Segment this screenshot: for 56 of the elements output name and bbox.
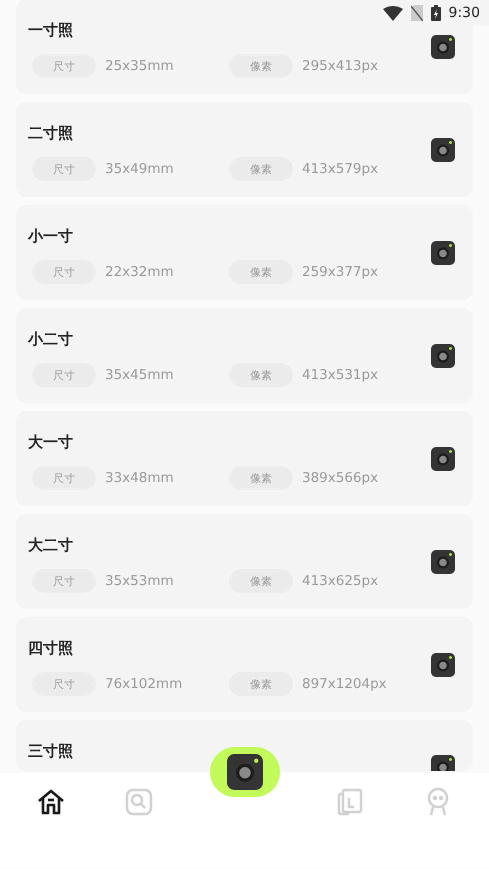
size-title: 二寸照 <box>28 123 73 143</box>
spec-value: 413x625px <box>302 573 378 589</box>
spec-value: 33x48mm <box>105 470 174 486</box>
camera-icon[interactable] <box>431 652 455 676</box>
no-sim-icon <box>410 5 423 21</box>
size-card[interactable]: 三寸照 <box>16 720 473 771</box>
spec-label: 像素 <box>229 260 293 284</box>
camera-icon[interactable] <box>431 550 455 574</box>
spec-value: 389x566px <box>302 470 378 486</box>
spec-value: 35x53mm <box>105 573 174 589</box>
size-title: 三寸照 <box>28 741 73 761</box>
size-card[interactable]: 小二寸 尺寸 35x45mm 像素 413x531px <box>16 308 473 403</box>
spec-label: 像素 <box>229 54 293 78</box>
camera-icon[interactable] <box>431 446 455 470</box>
size-card[interactable]: 四寸照 尺寸 76x102mm 像素 897x1204px <box>16 617 473 712</box>
spec-label: 尺寸 <box>32 672 96 696</box>
size-card[interactable]: 小一寸 尺寸 22x32mm 像素 259x377px <box>16 205 473 300</box>
spec-label: 像素 <box>229 569 293 593</box>
spec-label: 尺寸 <box>32 157 96 181</box>
spec-label: 尺寸 <box>32 363 96 387</box>
size-title: 一寸照 <box>28 20 73 40</box>
spec-label: 像素 <box>229 363 293 387</box>
wifi-icon <box>382 6 403 20</box>
spec-value: 35x45mm <box>105 367 174 383</box>
size-title: 小一寸 <box>28 226 73 246</box>
size-title: 大二寸 <box>28 535 73 555</box>
spec-value: 25x35mm <box>105 58 174 74</box>
spec-value: 259x377px <box>302 264 378 280</box>
camera-button[interactable] <box>210 747 280 797</box>
size-card[interactable]: 大二寸 尺寸 35x53mm 像素 413x625px <box>16 514 473 609</box>
spec-label: 尺寸 <box>32 569 96 593</box>
spec-label: 像素 <box>229 466 293 490</box>
size-card[interactable]: 大一寸 尺寸 33x48mm 像素 389x566px <box>16 411 473 506</box>
spec-value: 76x102mm <box>105 676 182 692</box>
spec-label: 尺寸 <box>32 260 96 284</box>
camera-icon[interactable] <box>431 755 455 771</box>
camera-icon[interactable] <box>431 138 455 162</box>
camera-icon[interactable] <box>431 240 455 264</box>
spec-value: 897x1204px <box>302 676 387 692</box>
spec-value: 22x32mm <box>105 264 174 280</box>
size-title: 四寸照 <box>28 638 73 658</box>
spec-label: 尺寸 <box>32 466 96 490</box>
size-title: 小二寸 <box>28 329 73 349</box>
camera-icon <box>226 754 262 790</box>
spec-value: 413x579px <box>302 161 378 177</box>
camera-icon[interactable] <box>431 344 455 368</box>
size-title: 大一寸 <box>28 432 73 452</box>
spec-label: 尺寸 <box>32 54 96 78</box>
spec-value: 35x49mm <box>105 161 174 177</box>
battery-charging-icon <box>430 5 441 21</box>
spec-value: 413x531px <box>302 367 378 383</box>
spec-label: 像素 <box>229 157 293 181</box>
size-card[interactable]: 二寸照 尺寸 35x49mm 像素 413x579px <box>16 102 473 197</box>
spec-label: 像素 <box>229 672 293 696</box>
spec-value: 295x413px <box>302 58 378 74</box>
camera-icon[interactable] <box>431 34 455 58</box>
